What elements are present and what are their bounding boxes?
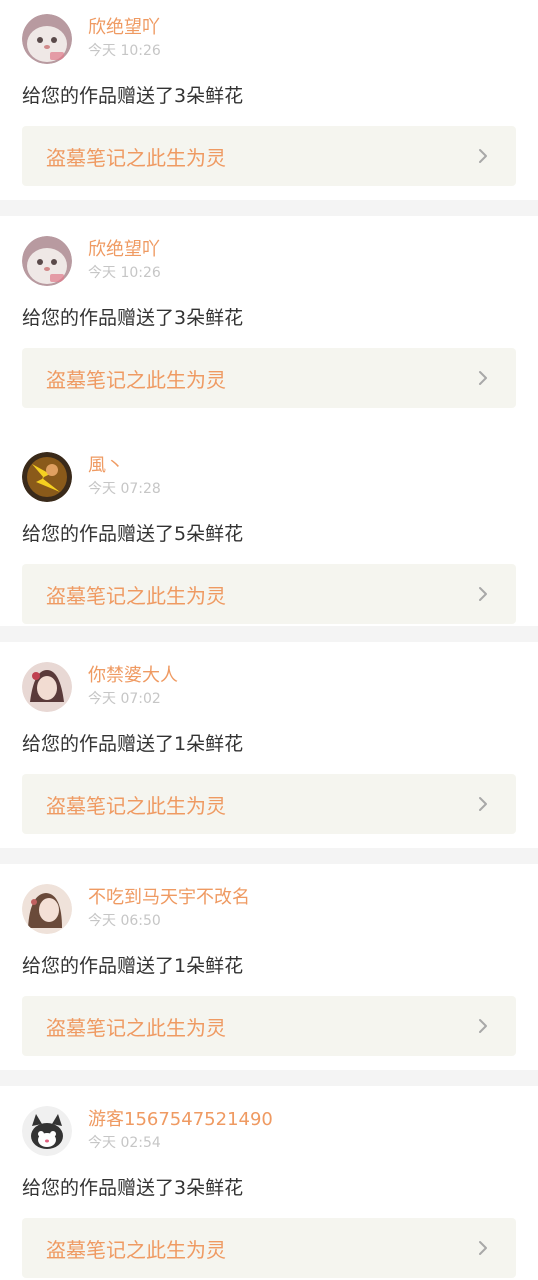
work-title: 盗墓笔记之此生为灵 — [46, 1015, 226, 1040]
gift-message: 给您的作品赠送了1朵鲜花 — [22, 955, 244, 977]
notification-card: 游客1567547521490 今天 02:54 给您的作品赠送了3朵鲜花 盗墓… — [0, 1086, 538, 1280]
section-separator — [0, 626, 538, 642]
work-link-button[interactable]: 盗墓笔记之此生为灵 — [22, 348, 516, 408]
gift-message: 给您的作品赠送了3朵鲜花 — [22, 85, 244, 107]
card-header: 你禁婆大人 今天 07:02 — [22, 662, 516, 712]
card-header: 風丶 今天 07:28 — [22, 452, 516, 502]
notification-card: 欣绝望吖 今天 10:26 给您的作品赠送了3朵鲜花 盗墓笔记之此生为灵 — [0, 216, 538, 422]
timestamp: 今天 02:54 — [88, 1135, 161, 1151]
work-title: 盗墓笔记之此生为灵 — [46, 583, 226, 608]
notification-feed: 欣绝望吖 今天 10:26 给您的作品赠送了3朵鲜花 盗墓笔记之此生为灵 欣绝望… — [0, 0, 538, 1280]
gift-message: 给您的作品赠送了1朵鲜花 — [22, 733, 244, 755]
gift-message: 给您的作品赠送了5朵鲜花 — [22, 523, 244, 545]
work-title: 盗墓笔记之此生为灵 — [46, 145, 226, 170]
work-title: 盗墓笔记之此生为灵 — [46, 367, 226, 392]
user-avatar[interactable] — [22, 236, 72, 286]
notification-card: 欣绝望吖 今天 10:26 给您的作品赠送了3朵鲜花 盗墓笔记之此生为灵 — [0, 0, 538, 200]
notification-card: 不吃到马天宇不改名 今天 06:50 给您的作品赠送了1朵鲜花 盗墓笔记之此生为… — [0, 864, 538, 1070]
username[interactable]: 游客1567547521490 — [88, 1109, 273, 1131]
timestamp: 今天 07:28 — [88, 481, 161, 497]
gift-message: 给您的作品赠送了3朵鲜花 — [22, 1177, 244, 1199]
anime-lightning-avatar-icon — [22, 452, 72, 502]
chevron-right-icon — [479, 1019, 487, 1033]
work-link-button[interactable]: 盗墓笔记之此生为灵 — [22, 564, 516, 624]
card-header: 不吃到马天宇不改名 今天 06:50 — [22, 884, 516, 934]
username[interactable]: 欣绝望吖 — [88, 17, 161, 39]
girl-illustration-avatar-icon — [22, 662, 72, 712]
work-link-button[interactable]: 盗墓笔记之此生为灵 — [22, 126, 516, 186]
section-separator — [0, 1070, 538, 1086]
cartoon-cat-avatar-icon — [22, 1106, 72, 1156]
username[interactable]: 你禁婆大人 — [88, 665, 178, 687]
chevron-right-icon — [479, 371, 487, 385]
chevron-right-icon — [479, 587, 487, 601]
card-header: 欣绝望吖 今天 10:26 — [22, 14, 516, 64]
timestamp: 今天 07:02 — [88, 691, 161, 707]
work-link-button[interactable]: 盗墓笔记之此生为灵 — [22, 1218, 516, 1278]
card-header: 欣绝望吖 今天 10:26 — [22, 236, 516, 286]
card-header: 游客1567547521490 今天 02:54 — [22, 1106, 516, 1156]
section-separator — [0, 848, 538, 864]
user-avatar[interactable] — [22, 662, 72, 712]
chevron-right-icon — [479, 797, 487, 811]
chevron-right-icon — [479, 1241, 487, 1255]
work-link-button[interactable]: 盗墓笔记之此生为灵 — [22, 774, 516, 834]
cat-photo-avatar-icon — [22, 236, 72, 286]
username[interactable]: 欣绝望吖 — [88, 239, 161, 261]
section-separator — [0, 200, 538, 216]
gift-message: 给您的作品赠送了3朵鲜花 — [22, 307, 244, 329]
user-avatar[interactable] — [22, 884, 72, 934]
timestamp: 今天 10:26 — [88, 43, 161, 59]
user-avatar[interactable] — [22, 1106, 72, 1156]
cat-photo-avatar-icon — [22, 14, 72, 64]
work-link-button[interactable]: 盗墓笔记之此生为灵 — [22, 996, 516, 1056]
user-avatar[interactable] — [22, 452, 72, 502]
user-avatar[interactable] — [22, 14, 72, 64]
timestamp: 今天 06:50 — [88, 913, 161, 929]
girl-illustration-avatar-icon — [22, 884, 72, 934]
work-title: 盗墓笔记之此生为灵 — [46, 1237, 226, 1262]
chevron-right-icon — [479, 149, 487, 163]
username[interactable]: 風丶 — [88, 455, 161, 477]
notification-card: 你禁婆大人 今天 07:02 给您的作品赠送了1朵鲜花 盗墓笔记之此生为灵 — [0, 642, 538, 848]
work-title: 盗墓笔记之此生为灵 — [46, 793, 226, 818]
timestamp: 今天 10:26 — [88, 265, 161, 281]
username[interactable]: 不吃到马天宇不改名 — [88, 887, 250, 909]
notification-card: 風丶 今天 07:28 给您的作品赠送了5朵鲜花 盗墓笔记之此生为灵 — [0, 422, 538, 626]
